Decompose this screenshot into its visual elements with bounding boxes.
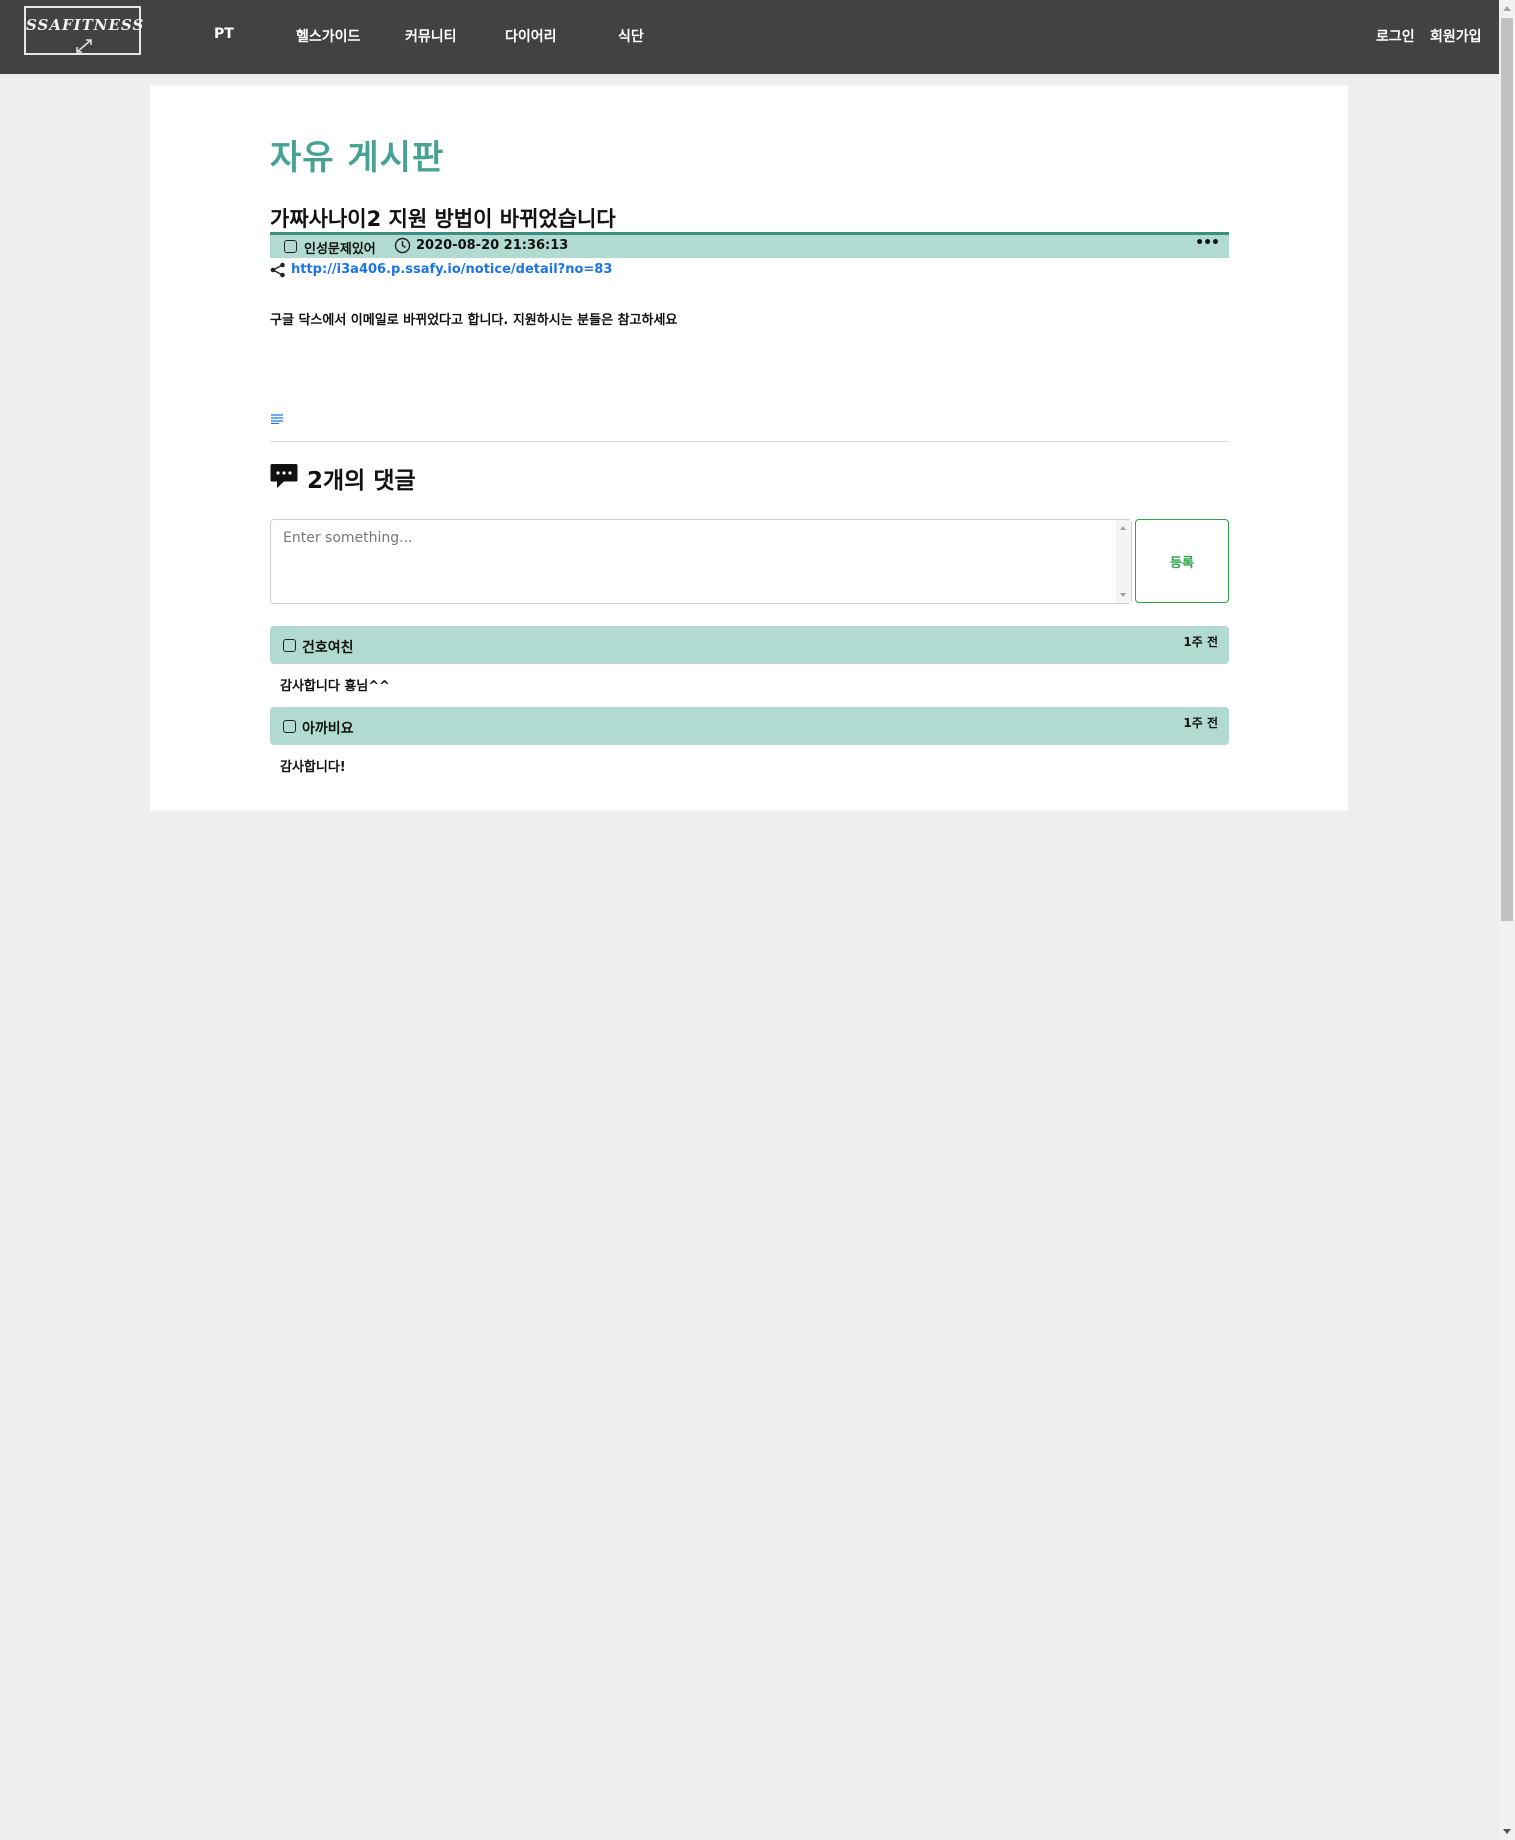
expand-arrows-icon (76, 39, 92, 53)
scroll-thumb[interactable] (1501, 18, 1513, 921)
post-body: 구글 닥스에서 이메일로 바뀌었다고 합니다. 지원하시는 분들은 참고하세요 (270, 313, 678, 328)
nav-item-pt[interactable]: PT (214, 26, 234, 42)
input-scroll-down-icon[interactable] (1120, 593, 1126, 597)
post-author[interactable]: 인성문제있어 (304, 238, 376, 257)
comment-text: 감사합니다! (280, 760, 346, 775)
comment-time: 1주 전 (1183, 635, 1218, 649)
comment-input[interactable] (271, 520, 1116, 603)
signup-link[interactable]: 회원가입 (1430, 26, 1482, 46)
post-card: 자유 게시판 가짜사나이2 지원 방법이 바뀌었습니다 인성문제있어 2020-… (150, 85, 1348, 811)
divider (270, 441, 1229, 442)
comment-input-box (270, 519, 1132, 604)
page-scrollbar[interactable] (1499, 0, 1515, 1840)
share-icon (270, 262, 285, 278)
clock-icon (394, 237, 411, 254)
comment-author[interactable]: 아까비요 (302, 718, 354, 738)
user-icon (284, 240, 297, 253)
nav-item-health-guide[interactable]: 헬스가이드 (296, 26, 360, 46)
scroll-up-icon[interactable] (1503, 6, 1511, 11)
text-lines-icon (271, 414, 283, 424)
comment-icon (270, 464, 298, 488)
input-scroll-up-icon[interactable] (1120, 526, 1126, 530)
top-navbar: SSAFITNESS PT 헬스가이드 커뮤니티 다이어리 식단 로그인 회원가… (0, 0, 1499, 74)
nav-item-diet[interactable]: 식단 (618, 26, 644, 46)
post-share-link[interactable]: http://i3a406.p.ssafy.io/notice/detail?n… (291, 262, 612, 277)
comment-count: 2개의 댓글 (307, 468, 416, 494)
logo-text: SSAFITNESS (26, 16, 145, 34)
user-icon (283, 720, 296, 733)
post-title: 가짜사나이2 지원 방법이 바뀌었습니다 (270, 207, 616, 231)
logo[interactable]: SSAFITNESS (24, 6, 145, 55)
board-title: 자유 게시판 (270, 138, 445, 178)
comment-header: 건호여친 1주 전 (270, 626, 1229, 664)
scroll-down-icon[interactable] (1503, 1829, 1511, 1834)
comment-header: 아까비요 1주 전 (270, 707, 1229, 745)
submit-comment-button[interactable]: 등록 (1135, 519, 1229, 603)
comment-text: 감사합니다 횽님^^ (280, 679, 391, 694)
more-options-icon[interactable]: ••• (1195, 235, 1220, 251)
post-meta-bar: 인성문제있어 2020-08-20 21:36:13 ••• (270, 232, 1229, 258)
user-icon (283, 639, 296, 652)
input-scrollbar[interactable] (1116, 520, 1131, 603)
nav-item-community[interactable]: 커뮤니티 (405, 26, 457, 46)
login-link[interactable]: 로그인 (1376, 26, 1415, 46)
post-date: 2020-08-20 21:36:13 (416, 238, 569, 253)
nav-item-diary[interactable]: 다이어리 (505, 26, 557, 46)
comment-time: 1주 전 (1183, 716, 1218, 730)
comment-author[interactable]: 건호여친 (302, 637, 354, 657)
